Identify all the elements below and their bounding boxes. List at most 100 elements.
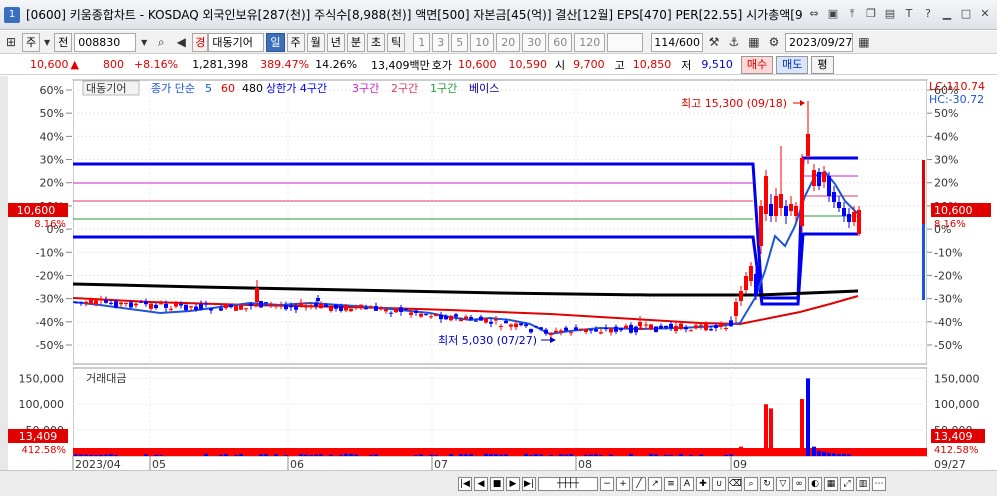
search-icon[interactable]: ⌕ bbox=[744, 476, 758, 491]
text-tool-icon[interactable]: A bbox=[680, 476, 694, 491]
period-minute[interactable]: 분 bbox=[346, 32, 365, 52]
scroll-next-icon[interactable]: ▶ bbox=[506, 476, 520, 491]
expand-icon[interactable]: ⤢ bbox=[840, 476, 854, 491]
filter-icon[interactable]: ▽ bbox=[776, 476, 790, 491]
chart-type-icon[interactable]: ▥ bbox=[856, 476, 870, 491]
interval-120[interactable]: 120 bbox=[574, 32, 606, 52]
count-input[interactable]: 114/600 bbox=[651, 32, 703, 52]
period-tick[interactable]: 틱 bbox=[387, 32, 406, 52]
volume-axis-tick: 150,000 bbox=[19, 372, 65, 385]
interval-60[interactable]: 60 bbox=[548, 32, 573, 52]
code-input[interactable]: 008830 bbox=[74, 32, 137, 52]
line-tool-icon[interactable]: ╱ bbox=[632, 476, 646, 491]
candle-body bbox=[269, 303, 273, 305]
indicator-icon[interactable]: ⚓ bbox=[725, 33, 743, 52]
minimize-icon[interactable]: ▁ bbox=[939, 6, 955, 22]
print-icon[interactable]: ▦ bbox=[745, 33, 763, 52]
prev-button[interactable]: 전 bbox=[54, 32, 73, 52]
sell-button[interactable]: 매도 bbox=[776, 55, 809, 74]
buy-button[interactable]: 매수 bbox=[740, 55, 774, 74]
volume-bar bbox=[379, 453, 383, 456]
chart-tools-icon[interactable]: ⚒ bbox=[705, 33, 723, 52]
volume-bar bbox=[159, 455, 163, 456]
scroll-prev-icon[interactable]: ◀ bbox=[474, 476, 488, 491]
volume-bar bbox=[299, 454, 303, 456]
period-year[interactable]: 년 bbox=[326, 32, 345, 52]
period-day[interactable]: 일 bbox=[266, 32, 285, 52]
lock-icon[interactable]: ▣ bbox=[825, 6, 841, 22]
volume-bar bbox=[669, 454, 673, 456]
window-number[interactable]: 1 bbox=[4, 6, 20, 23]
interval-20[interactable]: 20 bbox=[496, 32, 521, 52]
options-icon[interactable]: ⋯ bbox=[872, 476, 886, 491]
volume-bar bbox=[842, 453, 846, 456]
chevron-down-icon[interactable]: ▼ bbox=[42, 33, 52, 52]
type-select[interactable]: 주 bbox=[22, 32, 41, 52]
period-month[interactable]: 월 bbox=[306, 32, 325, 52]
candle-body bbox=[734, 302, 738, 316]
date-input[interactable]: 2023/09/27 bbox=[784, 32, 853, 52]
help-icon[interactable]: ? bbox=[920, 6, 936, 22]
code-dropdown-icon[interactable]: ▼ bbox=[138, 33, 150, 52]
cross-tool-icon[interactable]: ✚ bbox=[696, 476, 710, 491]
period-week[interactable]: 주 bbox=[286, 32, 305, 52]
refresh-icon[interactable]: ↻ bbox=[760, 476, 774, 491]
fib-tool-icon[interactable]: ≡ bbox=[664, 476, 678, 491]
text-icon[interactable]: T bbox=[901, 6, 917, 22]
save-icon[interactable]: ▤ bbox=[882, 6, 898, 22]
chart-canvas[interactable]: 60%50%40%30%20%10%0%-10%-20%-30%-40%-50%… bbox=[0, 76, 997, 471]
candle-body bbox=[549, 333, 553, 336]
candle-body bbox=[459, 319, 463, 322]
volume-bar bbox=[399, 454, 403, 456]
magnet-tool-icon[interactable]: ∪ bbox=[712, 476, 726, 491]
volume-bar bbox=[614, 454, 618, 456]
link-icon[interactable]: ⇔ bbox=[806, 6, 822, 22]
speaker-icon[interactable]: ◀ bbox=[172, 33, 190, 52]
volume-bar bbox=[644, 454, 648, 456]
search-icon[interactable]: ⌕ bbox=[152, 33, 170, 52]
layout-icon[interactable]: ⊞ bbox=[2, 33, 20, 52]
chart-area[interactable]: 60%50%40%30%20%10%0%-10%-20%-30%-40%-50%… bbox=[0, 76, 997, 471]
link-icon[interactable]: ∞ bbox=[792, 476, 806, 491]
left-axis-tick: -50% bbox=[36, 339, 64, 352]
calendar-icon[interactable]: ▦ bbox=[855, 33, 873, 52]
volume-bar bbox=[544, 453, 548, 456]
interval-30[interactable]: 30 bbox=[522, 32, 547, 52]
volume-bar bbox=[114, 455, 118, 456]
candle-body bbox=[399, 307, 403, 312]
period-second[interactable]: 초 bbox=[367, 32, 386, 52]
volume-bar bbox=[832, 453, 836, 456]
settings-icon[interactable]: ⚙ bbox=[765, 33, 783, 52]
candle-body bbox=[554, 330, 558, 333]
volume-bar bbox=[354, 454, 358, 456]
zoom-out-icon[interactable]: − bbox=[600, 476, 614, 491]
overlay-icon[interactable]: ◐ bbox=[808, 476, 822, 491]
interval-3[interactable]: 3 bbox=[432, 32, 450, 52]
candle-body bbox=[404, 309, 408, 311]
interval-1[interactable]: 1 bbox=[413, 32, 431, 52]
interval-10[interactable]: 10 bbox=[470, 32, 495, 52]
restore-icon[interactable]: ❐ bbox=[863, 6, 879, 22]
close-icon[interactable]: ✕ bbox=[977, 6, 993, 22]
scroll-last-icon[interactable]: ▶| bbox=[522, 476, 536, 491]
interval-5[interactable]: 5 bbox=[451, 32, 469, 52]
candle-body bbox=[664, 325, 668, 328]
zoom-slider[interactable]: ┼┼┼┼ bbox=[538, 476, 598, 491]
scroll-first-icon[interactable]: |◀ bbox=[458, 476, 472, 491]
stop-icon[interactable]: ■ bbox=[490, 476, 504, 491]
volume-bar bbox=[812, 446, 816, 456]
maximize-icon[interactable]: □ bbox=[958, 6, 974, 22]
volume-bar bbox=[474, 454, 478, 456]
eval-button[interactable]: 평 bbox=[811, 55, 834, 74]
eraser-tool-icon[interactable]: ⌫ bbox=[728, 476, 742, 491]
candle-body bbox=[255, 288, 259, 302]
pin-icon[interactable]: ⤒ bbox=[844, 6, 860, 22]
volume-bar bbox=[609, 454, 613, 456]
candle-body bbox=[759, 206, 763, 246]
interval-custom[interactable] bbox=[607, 32, 644, 52]
candle-body bbox=[499, 325, 503, 327]
zoom-in-icon[interactable]: + bbox=[616, 476, 630, 491]
volume-bar bbox=[579, 454, 583, 456]
ray-tool-icon[interactable]: ↗ bbox=[648, 476, 662, 491]
grid-icon[interactable]: ▦ bbox=[824, 476, 838, 491]
